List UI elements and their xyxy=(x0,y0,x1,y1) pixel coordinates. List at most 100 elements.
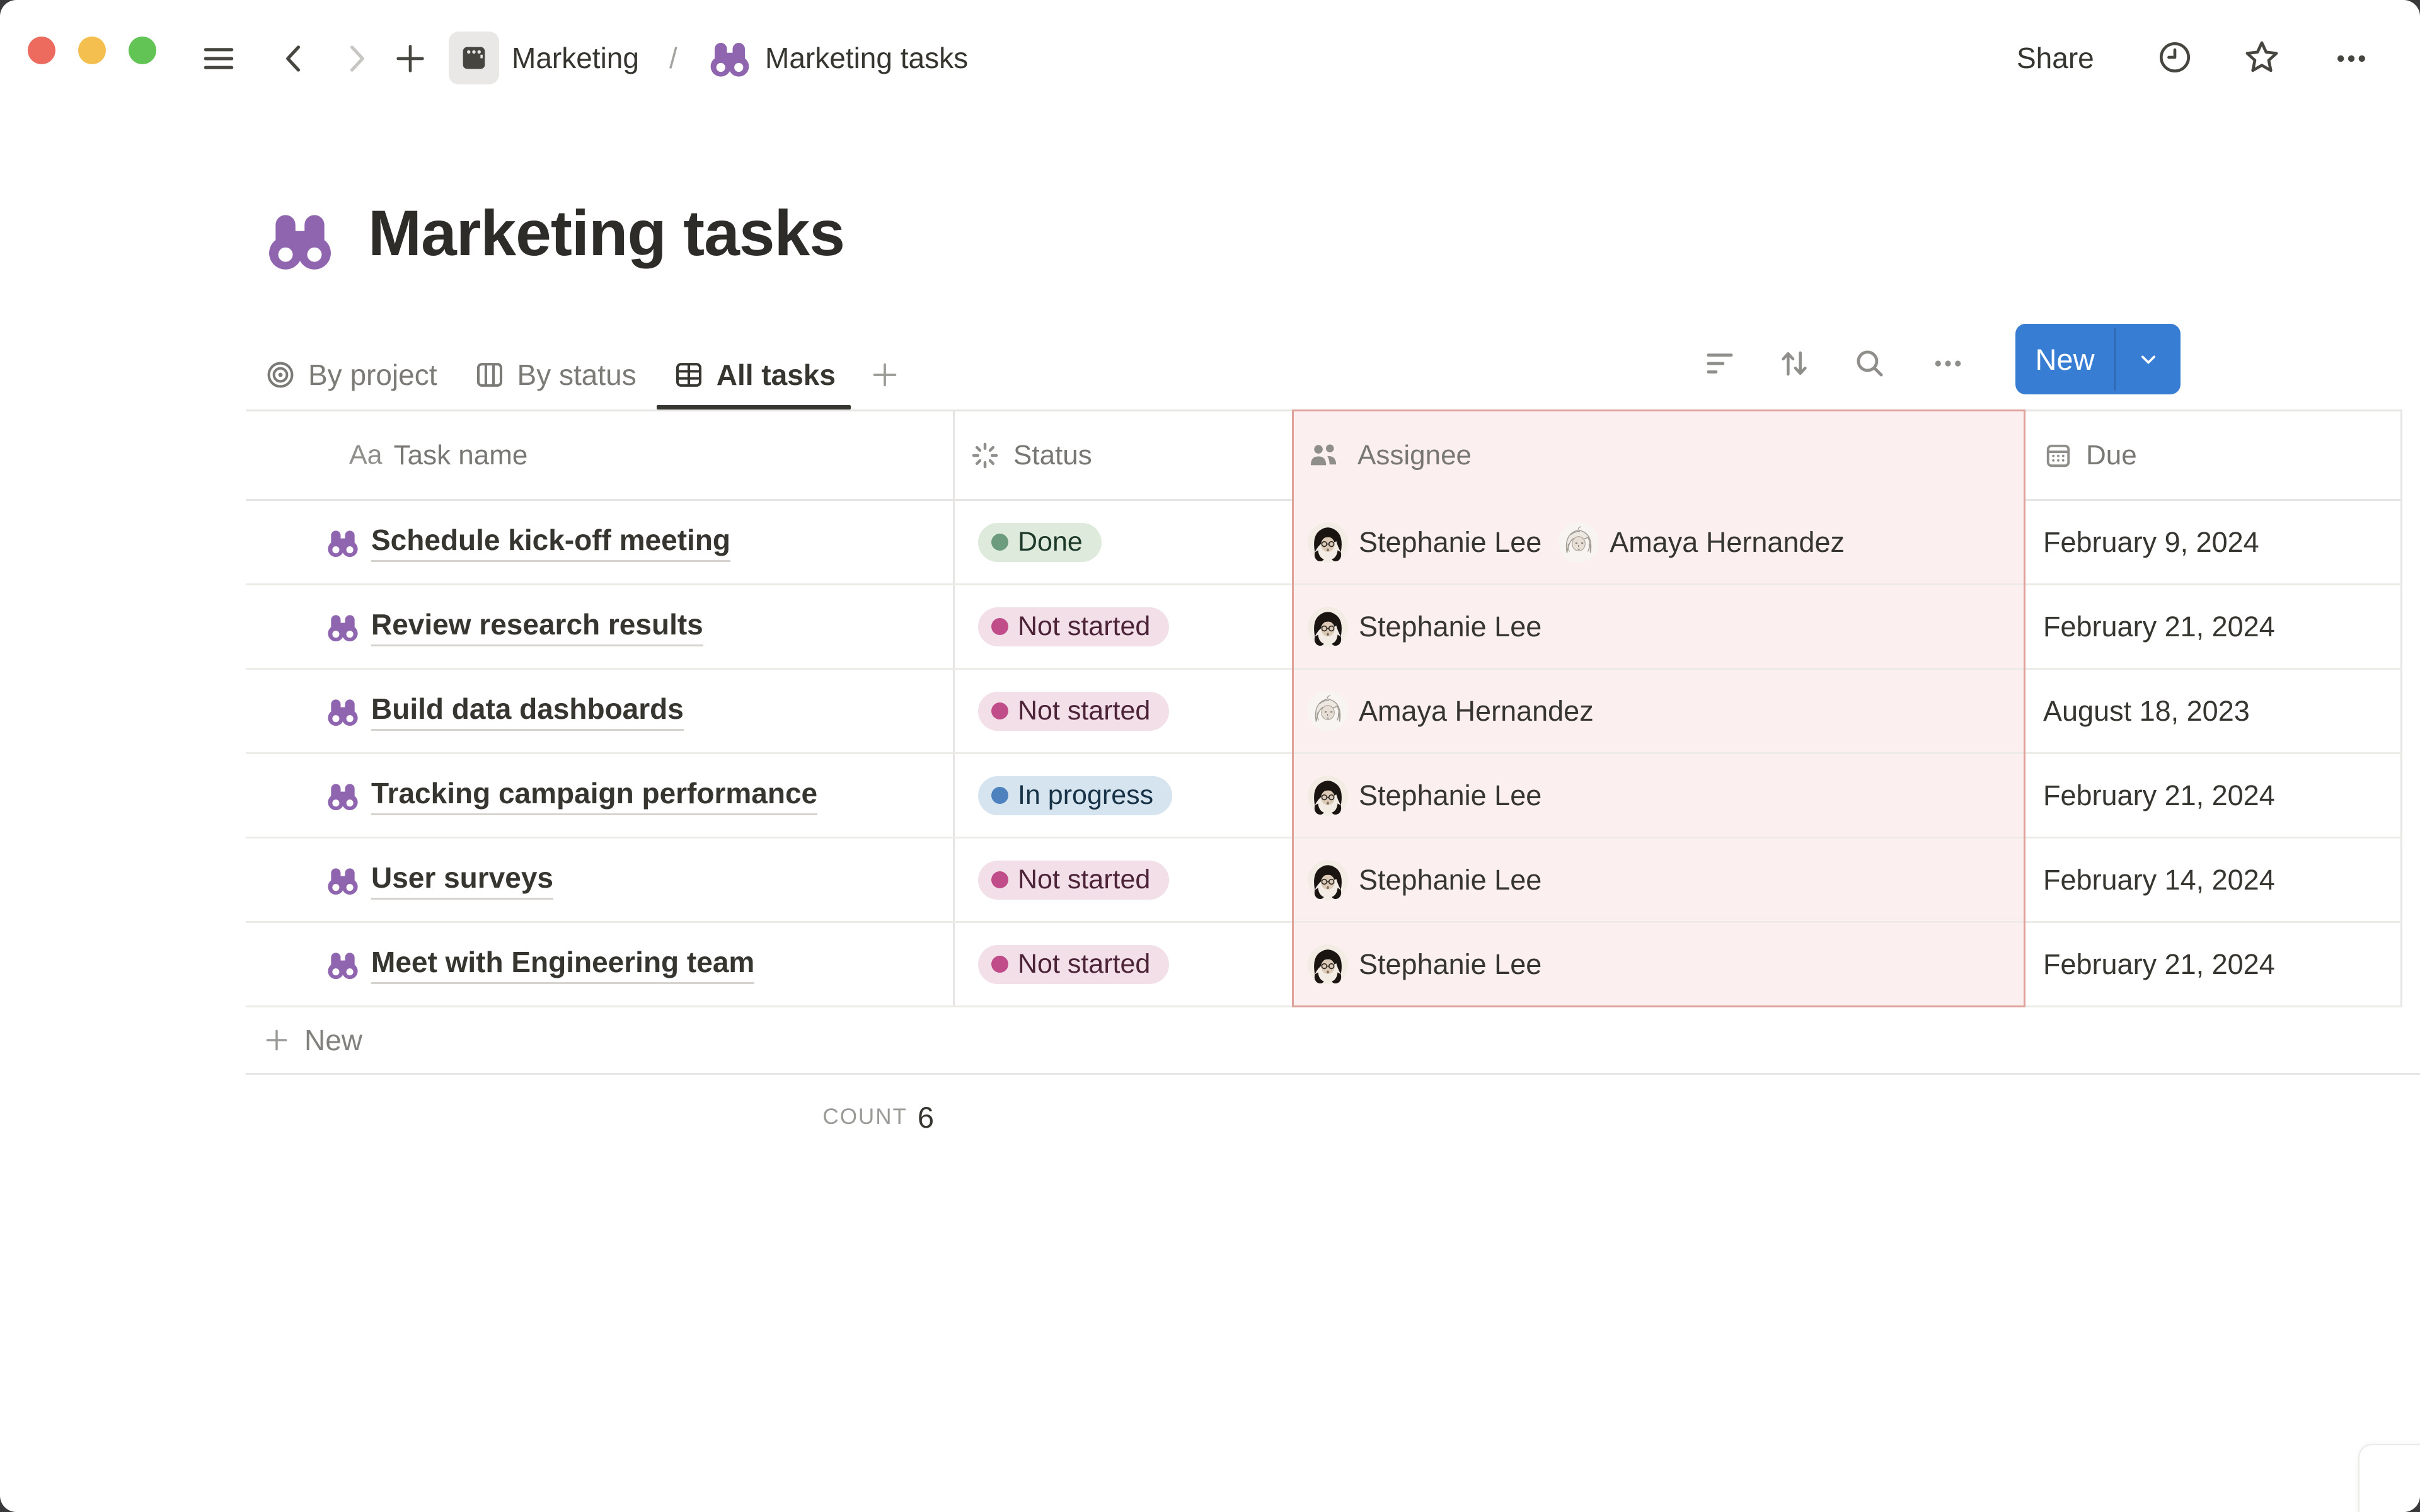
status-badge[interactable]: Not started xyxy=(978,945,1169,984)
sort-button[interactable] xyxy=(1776,345,1812,382)
task-cell[interactable]: User surveys xyxy=(246,839,953,921)
page-title[interactable]: Marketing tasks xyxy=(368,197,844,270)
breadcrumb-current[interactable]: Marketing tasks xyxy=(765,32,968,84)
updates-button[interactable] xyxy=(2155,38,2194,77)
person-chip[interactable]: Stephanie Lee xyxy=(1307,522,1541,563)
breadcrumb-parent[interactable]: Marketing xyxy=(512,32,639,84)
binoculars-icon xyxy=(325,947,360,982)
assignee-cell[interactable]: Stephanie Lee xyxy=(1292,754,2025,837)
task-link[interactable]: Review research results xyxy=(371,607,703,646)
avatar-stephanie-lee xyxy=(1307,606,1349,648)
chevron-down-icon xyxy=(2135,345,2162,373)
ellipsis-icon xyxy=(2332,39,2371,78)
status-badge[interactable]: In progress xyxy=(978,776,1172,815)
view-more-button[interactable] xyxy=(1930,345,1966,382)
task-link[interactable]: Schedule kick-off meeting xyxy=(371,523,730,562)
task-link[interactable]: Meet with Engineering team xyxy=(371,945,754,984)
person-chip[interactable]: Amaya Hernandez xyxy=(1307,690,1594,732)
task-cell[interactable]: Tracking campaign performance xyxy=(246,754,953,837)
status-badge[interactable]: Done xyxy=(978,523,1102,562)
task-cell[interactable]: Review research results xyxy=(246,585,953,668)
page-binoculars-icon[interactable] xyxy=(263,203,337,276)
column-label: Due xyxy=(2086,440,2137,471)
task-link[interactable]: User surveys xyxy=(371,861,553,900)
nav-back-button[interactable] xyxy=(275,39,314,78)
chevron-right-icon xyxy=(337,39,376,78)
task-link[interactable]: Build data dashboards xyxy=(371,692,684,731)
person-chip[interactable]: Stephanie Lee xyxy=(1307,606,1541,648)
status-dot-icon xyxy=(991,702,1008,719)
column-header-status[interactable]: Status xyxy=(953,410,1292,501)
status-badge[interactable]: Not started xyxy=(978,861,1169,900)
tab-all-tasks[interactable]: All tasks xyxy=(654,340,853,410)
nav-forward-button[interactable] xyxy=(337,39,376,78)
new-row-button[interactable]: New xyxy=(246,1007,2402,1073)
tab-label: All tasks xyxy=(717,358,836,392)
person-chip[interactable]: Stephanie Lee xyxy=(1307,859,1541,901)
ellipsis-icon xyxy=(1930,345,1966,382)
status-badge[interactable]: Not started xyxy=(978,692,1169,731)
assignee-cell[interactable]: Amaya Hernandez xyxy=(1292,670,2025,752)
person-chip[interactable]: Stephanie Lee xyxy=(1307,944,1541,985)
share-button[interactable]: Share xyxy=(2017,32,2094,84)
status-dot-icon xyxy=(991,618,1008,635)
tab-by-status[interactable]: By status xyxy=(455,340,654,410)
status-cell[interactable]: Done xyxy=(953,501,1292,583)
due-cell[interactable]: February 21, 2024 xyxy=(2025,754,2402,837)
status-cell[interactable]: In progress xyxy=(953,754,1292,837)
new-record-dropdown-button[interactable] xyxy=(2116,324,2181,394)
favorite-button[interactable] xyxy=(2241,37,2283,78)
assignee-cell[interactable]: Stephanie Lee xyxy=(1292,923,2025,1005)
status-badge[interactable]: Not started xyxy=(978,607,1169,646)
due-cell[interactable]: August 18, 2023 xyxy=(2025,670,2402,752)
person-chip[interactable]: Amaya Hernandez xyxy=(1558,522,1845,563)
assignee-cell[interactable]: Stephanie Lee Amaya Hernandez xyxy=(1292,501,2025,583)
new-page-button[interactable] xyxy=(391,39,430,78)
status-cell[interactable]: Not started xyxy=(953,923,1292,1005)
table-header-row: Aa Task name Status Assignee Due xyxy=(246,410,2402,501)
status-cell[interactable]: Not started xyxy=(953,670,1292,752)
board-page-icon xyxy=(458,42,490,74)
count-aggregate[interactable]: COUNT 6 xyxy=(246,1090,953,1144)
filter-button[interactable] xyxy=(1702,345,1738,382)
sidebar-menu-button[interactable] xyxy=(199,39,238,78)
column-label: Assignee xyxy=(1357,440,1472,471)
traffic-close-button[interactable] xyxy=(28,37,55,64)
table-row: Tracking campaign performance In progres… xyxy=(246,754,2402,839)
person-chip[interactable]: Stephanie Lee xyxy=(1307,775,1541,816)
due-cell[interactable]: February 9, 2024 xyxy=(2025,501,2402,583)
tab-by-project[interactable]: By project xyxy=(246,340,455,410)
task-cell[interactable]: Schedule kick-off meeting xyxy=(246,501,953,583)
due-cell[interactable]: February 14, 2024 xyxy=(2025,839,2402,921)
status-cell[interactable]: Not started xyxy=(953,585,1292,668)
breadcrumb-marketing-icon xyxy=(449,32,499,84)
due-cell[interactable]: February 21, 2024 xyxy=(2025,923,2402,1005)
board-columns-icon xyxy=(473,358,507,392)
breadcrumb-binoculars-icon xyxy=(707,35,752,81)
column-header-task-name[interactable]: Aa Task name xyxy=(246,410,953,501)
filter-icon xyxy=(1702,345,1738,382)
assignee-cell[interactable]: Stephanie Lee xyxy=(1292,839,2025,921)
new-record-button[interactable]: New xyxy=(2015,324,2114,394)
column-header-due[interactable]: Due xyxy=(2025,410,2402,501)
add-view-button[interactable] xyxy=(867,357,902,392)
search-button[interactable] xyxy=(1852,345,1888,382)
task-cell[interactable]: Meet with Engineering team xyxy=(246,923,953,1005)
due-cell[interactable]: February 21, 2024 xyxy=(2025,585,2402,668)
traffic-zoom-button[interactable] xyxy=(129,37,156,64)
task-link[interactable]: Tracking campaign performance xyxy=(371,776,817,815)
clock-icon xyxy=(2155,38,2194,77)
traffic-minimize-button[interactable] xyxy=(78,37,106,64)
count-label: COUNT xyxy=(822,1104,907,1130)
breadcrumb-separator: / xyxy=(669,32,677,84)
status-dot-icon xyxy=(991,871,1008,888)
column-header-assignee[interactable]: Assignee xyxy=(1292,410,2025,501)
page-more-button[interactable] xyxy=(2332,39,2371,78)
hamburger-icon xyxy=(199,39,238,78)
assignee-cell[interactable]: Stephanie Lee xyxy=(1292,585,2025,668)
table-icon xyxy=(672,358,706,392)
status-cell[interactable]: Not started xyxy=(953,839,1292,921)
search-icon xyxy=(1852,345,1888,382)
task-cell[interactable]: Build data dashboards xyxy=(246,670,953,752)
binoculars-icon xyxy=(325,694,360,729)
